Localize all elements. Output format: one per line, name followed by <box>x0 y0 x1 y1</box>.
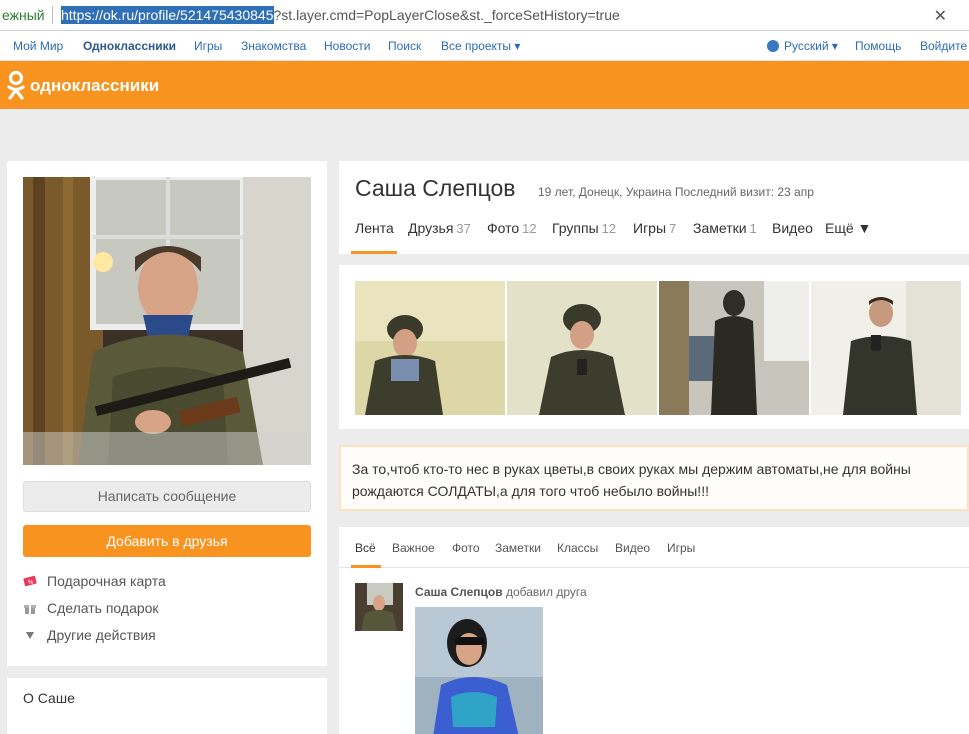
other-actions-label: Другие действия <box>47 627 156 643</box>
tab-friends[interactable]: Друзья 37 <box>408 220 471 236</box>
nav-help[interactable]: Помощь <box>855 39 901 53</box>
nav-games[interactable]: Игры <box>194 39 222 53</box>
feed-tabs-divider <box>339 567 969 568</box>
language-label: Русский ▾ <box>784 39 838 53</box>
feed-tab-all[interactable]: Всё <box>355 541 376 555</box>
site-label: ежный <box>2 7 45 23</box>
active-tab-indicator <box>351 251 397 254</box>
photo-thumb[interactable] <box>659 281 809 415</box>
address-separator <box>52 6 53 24</box>
nav-search[interactable]: Поиск <box>388 39 421 53</box>
photo-thumb[interactable] <box>507 281 657 415</box>
make-gift-label: Сделать подарок <box>47 600 159 616</box>
site-header: одноклассники <box>0 61 969 109</box>
nav-odnoklassniki[interactable]: Одноклассники <box>83 39 176 53</box>
close-icon[interactable]: ✕ <box>934 6 947 26</box>
feed-author-avatar[interactable] <box>355 583 403 631</box>
brand-name[interactable]: одноклассники <box>30 76 159 96</box>
svg-text:%: % <box>28 580 34 586</box>
tab-notes[interactable]: Заметки 1 <box>693 220 757 236</box>
make-gift-action[interactable]: Сделать подарок <box>23 600 159 616</box>
about-title[interactable]: О Саше <box>23 690 75 706</box>
gift-card-icon: % <box>23 574 37 588</box>
status-text: За то,чтоб кто-то нес в руках цветы,в св… <box>352 461 911 499</box>
feed-author-link[interactable]: Саша Слепцов <box>415 585 503 599</box>
gift-icon <box>23 601 37 615</box>
tab-video[interactable]: Видео <box>772 220 813 236</box>
url-selected[interactable]: https://ok.ru/profile/521475430845 <box>61 6 274 24</box>
nav-news[interactable]: Новости <box>324 39 370 53</box>
globe-icon <box>767 40 779 52</box>
feed-tab-classes[interactable]: Классы <box>557 541 598 555</box>
nav-login[interactable]: Войдите <box>920 39 967 53</box>
tab-games[interactable]: Игры 7 <box>633 220 676 236</box>
url-rest[interactable]: ?st.layer.cmd=PopLayerClose&st._forceSet… <box>274 7 620 23</box>
tab-photos[interactable]: Фото 12 <box>487 220 537 236</box>
about-card <box>7 678 327 734</box>
feed-tab-important[interactable]: Важное <box>392 541 435 555</box>
triangle-down-icon <box>23 628 37 642</box>
tab-groups[interactable]: Группы 12 <box>552 220 616 236</box>
feed-tab-photos[interactable]: Фото <box>452 541 480 555</box>
ok-logo-icon[interactable] <box>7 70 25 100</box>
browser-address-bar[interactable]: ежный https://ok.ru/profile/521475430845… <box>0 0 969 31</box>
gift-card-label: Подарочная карта <box>47 573 166 589</box>
profile-meta: 19 лет, Донецк, Украина Последний визит:… <box>538 185 814 199</box>
photo-thumb[interactable] <box>811 281 961 415</box>
feed-tab-video[interactable]: Видео <box>615 541 650 555</box>
nav-all-projects[interactable]: Все проекты ▾ <box>441 39 520 53</box>
language-selector[interactable]: Русский ▾ <box>767 39 838 53</box>
tab-more[interactable]: Ещё ▼ <box>825 220 871 236</box>
nav-moy-mir[interactable]: Мой Мир <box>13 39 63 53</box>
profile-photo[interactable] <box>23 177 311 465</box>
profile-name: Саша Слепцов <box>355 175 516 201</box>
feed-active-tab-indicator <box>351 565 381 568</box>
feed-friend-photo[interactable] <box>415 607 543 734</box>
tab-feed[interactable]: Лента <box>355 220 394 236</box>
other-actions[interactable]: Другие действия <box>23 627 156 643</box>
feed-action: добавил друга <box>505 585 587 599</box>
feed-event-line: Саша Слепцов добавил друга <box>415 585 587 599</box>
feed-tab-games[interactable]: Игры <box>667 541 695 555</box>
add-friend-button[interactable]: Добавить в друзья <box>23 525 311 557</box>
nav-dating[interactable]: Знакомства <box>241 39 306 53</box>
portal-nav: Мой Мир Одноклассники Игры Знакомства Но… <box>0 31 969 61</box>
gift-card-action[interactable]: % Подарочная карта <box>23 573 166 589</box>
write-message-button[interactable]: Написать сообщение <box>23 481 311 512</box>
feed-tab-notes[interactable]: Заметки <box>495 541 541 555</box>
photo-thumb[interactable] <box>355 281 505 415</box>
